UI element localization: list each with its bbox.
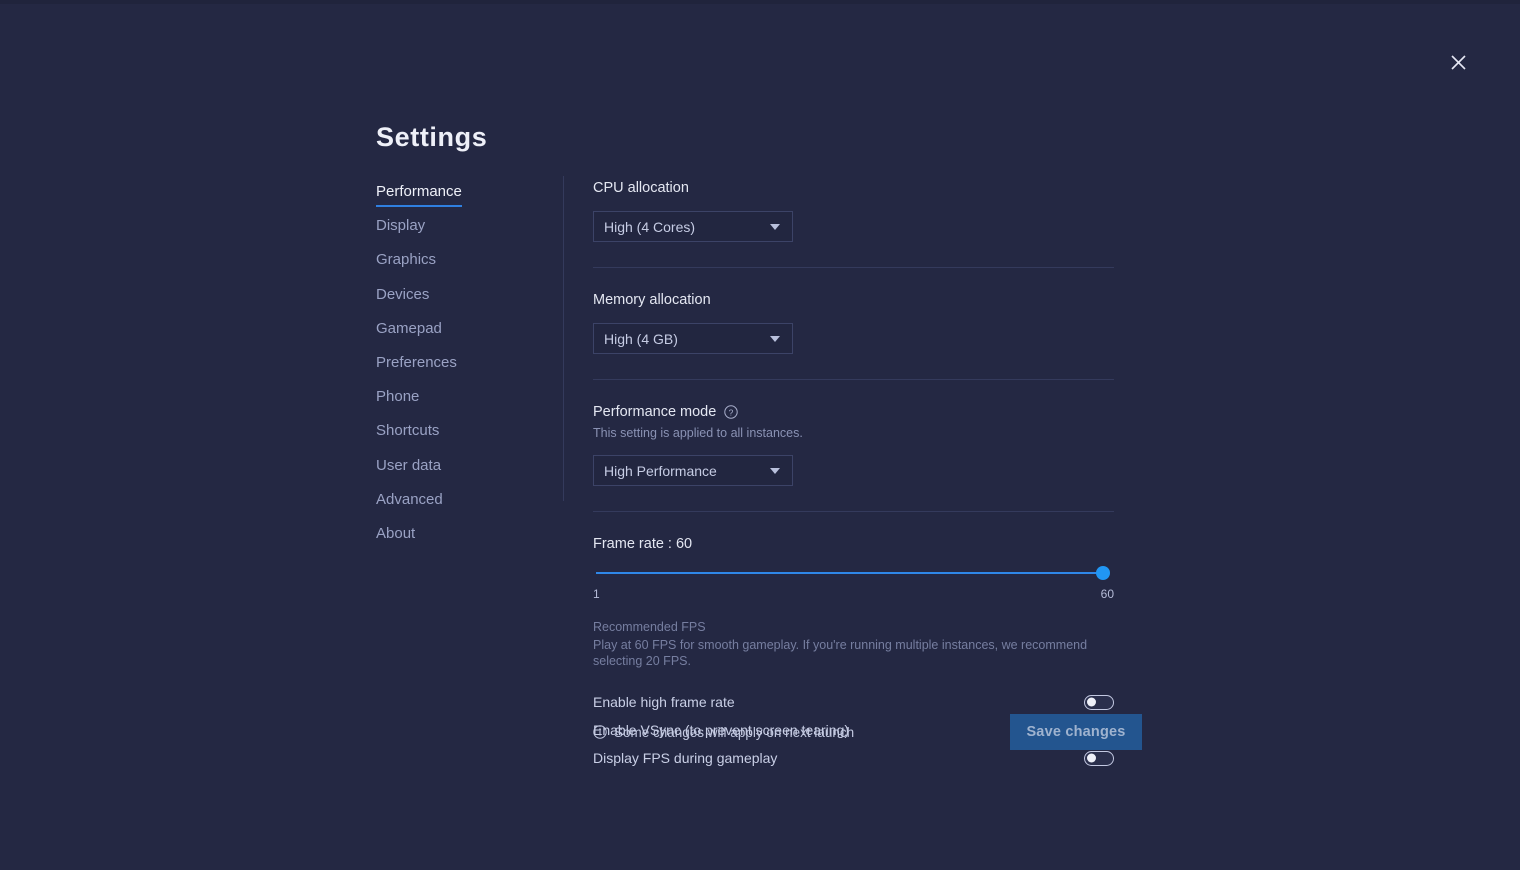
toggle-row-high-frame-rate: Enable high frame rate <box>593 688 1114 716</box>
toggle-high-frame-rate[interactable] <box>1084 694 1114 710</box>
recommended-fps-text: Play at 60 FPS for smooth gameplay. If y… <box>593 638 1088 668</box>
footer-note-text: Some changes will apply on next launch <box>614 724 855 740</box>
settings-sidebar: Performance Display Graphics Devices Gam… <box>376 183 546 559</box>
toggle-label: Display FPS during gameplay <box>593 750 778 766</box>
recommended-fps-title: Recommended FPS <box>593 620 706 634</box>
settings-window: Settings Performance Display Graphics De… <box>0 0 1520 870</box>
performance-mode-select[interactable]: High Performance <box>593 455 793 486</box>
performance-mode-label-row: Performance mode ? <box>593 402 1114 422</box>
settings-footer: Some changes will apply on next launch S… <box>593 714 1142 750</box>
footer-note: Some changes will apply on next launch <box>593 725 854 740</box>
slider-scale: 1 60 <box>593 587 1114 601</box>
frame-rate-slider[interactable] <box>593 566 1114 580</box>
frame-rate-label: Frame rate : 60 <box>593 536 693 552</box>
sidebar-item-label: User data <box>376 456 442 474</box>
sidebar-item-label: Display <box>376 217 426 235</box>
slider-max-label: 60 <box>1100 587 1114 601</box>
sidebar-item-phone[interactable]: Phone <box>376 388 419 406</box>
settings-content: CPU allocation High (4 Cores) Memory all… <box>593 178 1114 772</box>
performance-mode-label: Performance mode <box>593 404 717 420</box>
sidebar-item-devices[interactable]: Devices <box>376 286 429 304</box>
sidebar-item-advanced[interactable]: Advanced <box>376 491 443 509</box>
chevron-down-icon <box>770 223 780 230</box>
toggle-display-fps[interactable] <box>1084 750 1114 766</box>
slider-min-label: 1 <box>593 587 600 601</box>
cpu-allocation-select[interactable]: High (4 Cores) <box>593 211 793 242</box>
memory-allocation-select[interactable]: High (4 GB) <box>593 323 793 354</box>
save-changes-button[interactable]: Save changes <box>1010 714 1142 750</box>
info-circle-icon <box>593 725 607 739</box>
sidebar-item-label: Graphics <box>376 251 437 269</box>
sidebar-item-user-data[interactable]: User data <box>376 457 441 475</box>
toggle-knob <box>1087 753 1096 763</box>
memory-allocation-value: High (4 GB) <box>604 330 678 347</box>
page-title: Settings <box>376 122 488 152</box>
sidebar-item-about[interactable]: About <box>376 525 415 543</box>
chevron-down-icon <box>770 467 780 474</box>
sidebar-item-label: Performance <box>376 183 462 200</box>
chevron-down-icon <box>770 335 780 342</box>
help-circle-icon[interactable]: ? <box>724 405 739 419</box>
performance-mode-description: This setting is applied to all instances… <box>593 426 803 440</box>
sidebar-item-gamepad[interactable]: Gamepad <box>376 320 442 338</box>
sidebar-item-label: Phone <box>376 388 420 406</box>
sidebar-item-preferences[interactable]: Preferences <box>376 354 457 372</box>
sidebar-item-label: About <box>376 524 416 542</box>
sidebar-item-label: Preferences <box>376 353 457 371</box>
memory-allocation-label: Memory allocation <box>593 292 711 308</box>
svg-text:?: ? <box>729 407 734 417</box>
slider-fill <box>596 572 1099 574</box>
close-button[interactable] <box>1444 48 1472 76</box>
memory-allocation-section: Memory allocation High (4 GB) <box>593 268 1114 379</box>
toggle-knob <box>1087 697 1096 707</box>
sidebar-item-label: Advanced <box>376 490 443 508</box>
performance-mode-value: High Performance <box>604 462 717 479</box>
cpu-allocation-section: CPU allocation High (4 Cores) <box>593 178 1114 267</box>
top-edge-strip <box>0 0 1520 4</box>
sidebar-item-label: Shortcuts <box>376 422 440 440</box>
sidebar-item-performance[interactable]: Performance <box>376 183 462 207</box>
cpu-allocation-value: High (4 Cores) <box>604 218 696 235</box>
cpu-allocation-label: CPU allocation <box>593 180 689 196</box>
sidebar-item-display[interactable]: Display <box>376 217 425 235</box>
close-icon <box>1450 54 1466 70</box>
slider-thumb[interactable] <box>1096 566 1110 580</box>
sidebar-item-shortcuts[interactable]: Shortcuts <box>376 422 439 440</box>
sidebar-item-label: Gamepad <box>376 319 442 337</box>
sidebar-item-graphics[interactable]: Graphics <box>376 251 436 269</box>
performance-mode-section: Performance mode ? This setting is appli… <box>593 380 1114 511</box>
toggle-label: Enable high frame rate <box>593 694 735 710</box>
sidebar-content-separator <box>563 176 564 501</box>
sidebar-item-label: Devices <box>376 285 430 303</box>
